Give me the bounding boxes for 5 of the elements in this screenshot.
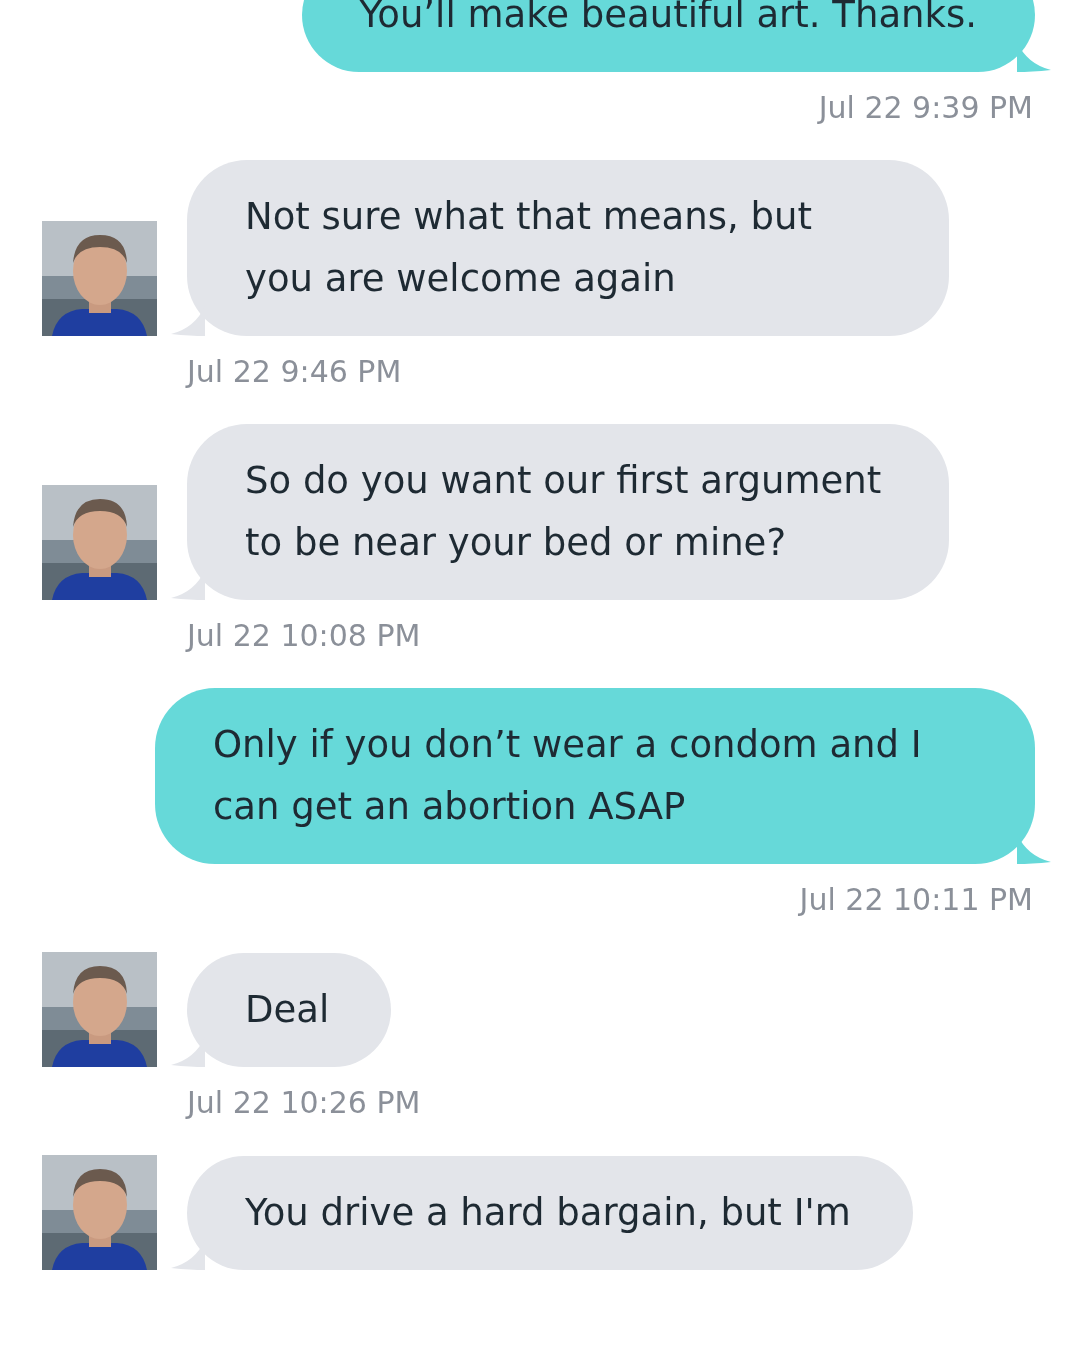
message-time: Jul 22 9:39 PM [816,89,1034,127]
message-time: Jul 22 10:11 PM [797,881,1034,919]
message-time: Jul 22 10:08 PM [184,617,422,655]
message-time: Jul 22 9:46 PM [184,353,403,391]
message-time: Jul 22 10:26 PM [184,1084,422,1122]
